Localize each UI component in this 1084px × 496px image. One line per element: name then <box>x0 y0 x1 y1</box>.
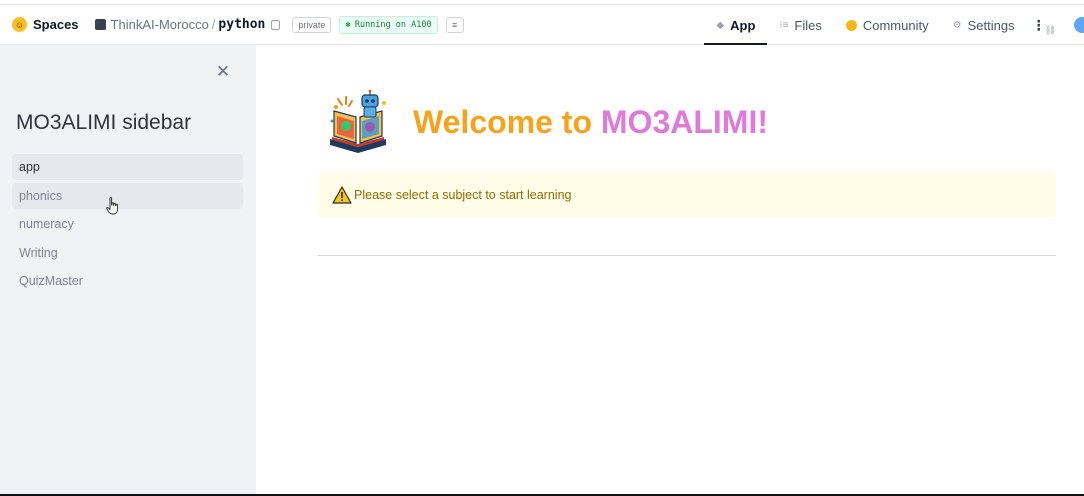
tab-app[interactable]: ◆ App <box>704 5 768 45</box>
tab-app-label: App <box>730 17 756 33</box>
org-avatar-icon <box>94 19 106 30</box>
sidebar-item-label: QuizMaster <box>19 274 83 288</box>
horizontal-divider <box>318 255 1056 256</box>
sidebar-nav: app phonics numeracy Writing QuizMaster <box>12 154 243 297</box>
status-badge[interactable]: ✱ Running on A100 <box>339 15 438 34</box>
sidebar-item-writing[interactable]: Writing <box>12 240 243 266</box>
tab-community-label: Community <box>862 17 929 33</box>
files-icon: ⁝≡ <box>779 19 789 31</box>
sidebar-item-quizmaster[interactable]: QuizMaster <box>12 268 243 294</box>
tab-settings-label: Settings <box>967 17 1015 33</box>
warning-triangle-icon <box>332 186 352 204</box>
sidebar-item-app[interactable]: app <box>12 154 243 180</box>
page-title: Welcome to MO3ALIMI! <box>413 104 768 141</box>
main-content: Welcome to MO3ALIMI! Please select a sub… <box>256 45 1084 496</box>
gear-icon: ⚙ <box>952 19 962 31</box>
sidebar-item-numeracy[interactable]: numeracy <box>12 211 243 237</box>
alert-text: Please select a subject to start learnin… <box>354 188 572 202</box>
status-badge-label: Running on A100 <box>354 19 432 30</box>
header-left: ☺ Spaces ThinkAI-Morocco / python privat… <box>0 5 464 44</box>
org-name-link[interactable]: ThinkAI-Morocco <box>111 17 209 32</box>
spaces-link[interactable]: Spaces <box>33 17 79 32</box>
user-avatar[interactable] <box>1074 17 1084 33</box>
hugging-face-logo-icon[interactable]: ☺ <box>12 17 27 32</box>
copy-icon[interactable] <box>271 19 281 30</box>
sidebar-item-label: phonics <box>19 188 63 203</box>
link-icon[interactable]: ⛓ <box>1045 25 1056 36</box>
visibility-badge: private <box>292 16 332 33</box>
tab-files-label: Files <box>794 17 822 33</box>
logs-menu-icon[interactable]: ≡ <box>445 16 464 33</box>
sidebar-item-label: Writing <box>19 245 58 260</box>
repo-name-link[interactable]: python <box>218 17 265 32</box>
header-tabs: ◆ App ⁝≡ Files Community ⚙ Settings ⋮ ⛓ <box>704 5 1084 45</box>
welcome-prefix: Welcome to <box>413 104 601 140</box>
tab-settings[interactable]: ⚙ Settings <box>941 5 1027 45</box>
running-status-icon: ✱ <box>345 19 351 30</box>
tab-community[interactable]: Community <box>834 5 941 45</box>
community-icon <box>845 19 857 31</box>
sidebar-item-label: numeracy <box>19 217 74 231</box>
tab-files[interactable]: ⁝≡ Files <box>767 5 833 45</box>
app-cube-icon: ◆ <box>716 19 725 31</box>
sidebar: ✕ MO3ALIMI sidebar app phonics numeracy … <box>0 45 256 496</box>
sidebar-item-label: app <box>19 160 40 174</box>
sidebar-title: MO3ALIMI sidebar <box>16 111 192 134</box>
sidebar-item-phonics[interactable]: phonics <box>12 182 243 209</box>
mo3alimi-book-robot-logo-icon <box>324 89 392 157</box>
close-sidebar-icon[interactable]: ✕ <box>214 63 232 81</box>
path-separator: / <box>211 17 216 32</box>
hand-pointer-cursor-icon <box>106 197 119 215</box>
warning-alert: Please select a subject to start learnin… <box>318 173 1056 217</box>
welcome-brand: MO3ALIMI! <box>600 104 768 140</box>
hf-spaces-header: ☺ Spaces ThinkAI-Morocco / python privat… <box>0 5 1084 45</box>
